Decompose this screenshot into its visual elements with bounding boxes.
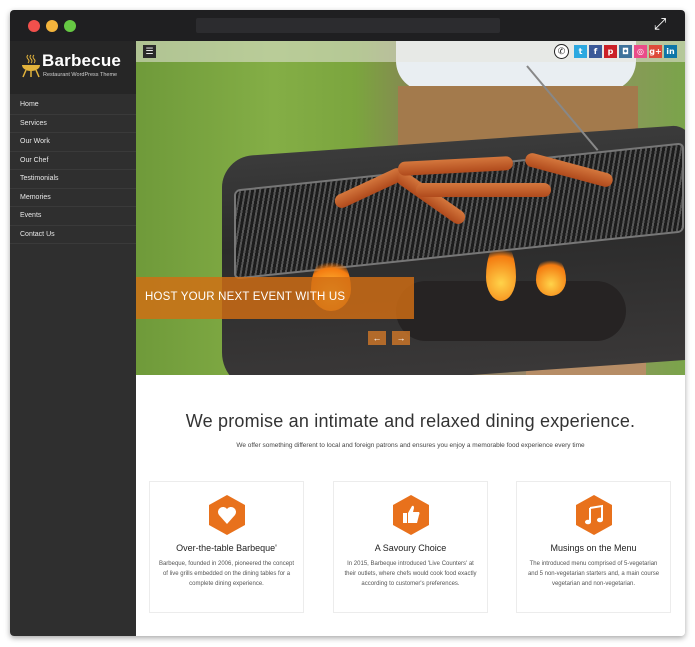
phone-icon[interactable]: ✆ xyxy=(554,44,569,59)
title-bar: ⤢ xyxy=(10,10,685,41)
site-logo[interactable]: Barbecue Restaurant WordPress Theme xyxy=(10,41,136,94)
twitter-icon[interactable]: t xyxy=(574,45,587,58)
facebook-icon[interactable]: f xyxy=(589,45,602,58)
grill-icon xyxy=(22,54,40,78)
expand-arrows-icon[interactable]: ⤢ xyxy=(651,16,669,34)
feature-card: Over-the-table Barbeque' Barbeque, found… xyxy=(149,481,304,613)
sidebar-item-our-work[interactable]: Our Work xyxy=(10,133,136,152)
close-window-button[interactable] xyxy=(28,20,40,32)
slider-prev-button[interactable]: ← xyxy=(368,331,386,345)
sidebar-item-events[interactable]: Events xyxy=(10,207,136,226)
linkedin-icon[interactable]: in xyxy=(664,45,677,58)
pinterest-icon[interactable]: p xyxy=(604,45,617,58)
address-bar[interactable] xyxy=(196,18,500,33)
main-content: ☰ ✆ t f p ◘ ◎ g+ in HOST YOUR NEXT EVENT… xyxy=(136,41,685,636)
hero-image-sausage xyxy=(416,183,551,197)
sidebar-item-our-chef[interactable]: Our Chef xyxy=(10,152,136,170)
sidebar-nav: Home Services Our Work Our Chef Testimon… xyxy=(10,94,136,244)
feature-card: Musings on the Menu The introduced menu … xyxy=(516,481,671,613)
sidebar-item-services[interactable]: Services xyxy=(10,115,136,133)
sidebar: Barbecue Restaurant WordPress Theme Home… xyxy=(10,41,136,636)
google-plus-icon[interactable]: g+ xyxy=(649,45,662,58)
sidebar-item-home[interactable]: Home xyxy=(10,96,136,115)
feature-title: Over-the-table Barbeque' xyxy=(176,543,277,553)
music-icon xyxy=(576,495,612,535)
heart-icon xyxy=(209,495,245,535)
sidebar-item-contact-us[interactable]: Contact Us xyxy=(10,226,136,244)
social-links: ✆ t f p ◘ ◎ g+ in xyxy=(554,44,677,59)
instagram-icon[interactable]: ◘ xyxy=(619,45,632,58)
intro-subtitle: We offer something different to local an… xyxy=(236,442,585,449)
minimize-window-button[interactable] xyxy=(46,20,58,32)
feature-text: The introduced menu comprised of 5-veget… xyxy=(527,561,660,587)
logo-subtitle: Restaurant WordPress Theme xyxy=(43,72,118,78)
thumbs-up-icon xyxy=(393,495,429,535)
top-bar: ☰ ✆ t f p ◘ ◎ g+ in xyxy=(136,41,685,62)
feature-text: Barbeque, founded in 2006, pioneered the… xyxy=(158,561,295,587)
feature-text: In 2015, Barbeque introduced 'Live Count… xyxy=(344,561,477,587)
intro-title: We promise an intimate and relaxed dinin… xyxy=(185,411,636,431)
logo-title: Barbecue xyxy=(42,51,122,70)
hero-image-flame xyxy=(536,256,566,296)
feature-title: Musings on the Menu xyxy=(550,543,637,553)
slider-next-button[interactable]: → xyxy=(392,331,410,345)
hero-slider: ☰ ✆ t f p ◘ ◎ g+ in HOST YOUR NEXT EVENT… xyxy=(136,41,685,375)
feature-title: A Savoury Choice xyxy=(374,543,447,553)
hero-caption-text: HOST YOUR NEXT EVENT WITH US xyxy=(145,291,346,303)
maximize-window-button[interactable] xyxy=(64,20,76,32)
hero-caption: HOST YOUR NEXT EVENT WITH US xyxy=(136,277,414,319)
hamburger-menu-icon[interactable]: ☰ xyxy=(143,45,156,58)
browser-window: ⤢ Barbecue Restaurant WordPress Theme Ho… xyxy=(10,10,685,636)
sidebar-item-testimonials[interactable]: Testimonials xyxy=(10,170,136,189)
feature-card: A Savoury Choice In 2015, Barbeque intro… xyxy=(333,481,488,613)
sidebar-item-memories[interactable]: Memories xyxy=(10,189,136,207)
dribbble-icon[interactable]: ◎ xyxy=(634,45,647,58)
